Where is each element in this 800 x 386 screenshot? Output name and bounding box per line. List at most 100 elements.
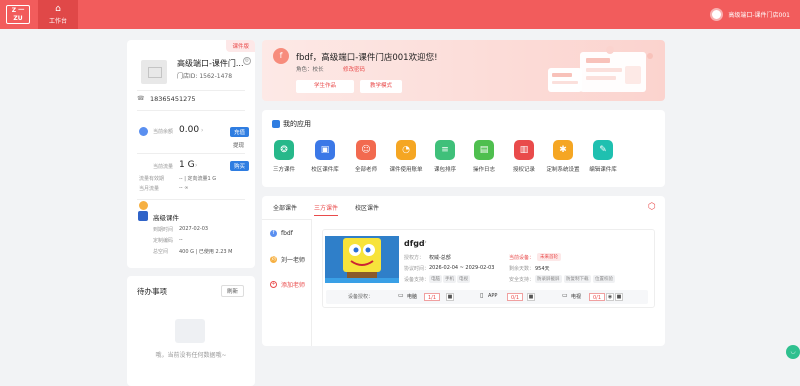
period-label: 协议时间：: [404, 266, 430, 272]
auth-records-icon: ▥: [514, 140, 534, 160]
withdraw-link[interactable]: 提现: [233, 141, 244, 149]
safety-tag: 位置校验: [593, 275, 615, 283]
traffic-current-label: 当月流量: [139, 186, 160, 192]
app-label: 全部老师: [354, 167, 377, 173]
bill-icon: ◔: [396, 140, 416, 160]
traffic-value: 1 G: [179, 160, 195, 170]
app-third-party[interactable]: ❂ 三方课件: [264, 140, 304, 173]
balance-arrow-icon[interactable]: ›: [201, 127, 203, 134]
teacher-item-fbdf[interactable]: f fbdf: [270, 230, 293, 237]
course-arrow-icon: ›: [424, 238, 427, 246]
app-label: 课包排序: [433, 167, 456, 173]
status-badge: 未来首轮: [537, 253, 561, 261]
plan-code-label: 定制编码: [153, 238, 174, 244]
nav-home-label: 工作台: [48, 18, 67, 25]
device-auth-label: 设备授权：: [348, 294, 374, 300]
device-tag: 电脑: [429, 275, 442, 283]
app-logo: Z 一 ZU: [6, 5, 30, 24]
floating-service-button[interactable]: ◡: [786, 345, 800, 359]
plan-space-label: 总空间: [153, 249, 169, 255]
add-icon: +: [270, 281, 277, 288]
traffic-label: 当前流量: [153, 164, 174, 170]
period-value: 2026-02-04 ~ 2029-02-03: [429, 265, 495, 271]
pc-label: 电脑: [407, 294, 418, 300]
settings-icon: ✱: [553, 140, 573, 160]
auth-label: 授权方：: [404, 255, 425, 261]
traffic-expire-value: -- | 定向流量1 G: [179, 176, 217, 182]
app-label: 三方课件: [272, 167, 295, 173]
third-party-courseware-icon: ❂: [274, 140, 294, 160]
home-icon: ⌂: [55, 4, 61, 14]
app-device-label: APP: [488, 293, 498, 299]
plan-expire-label: 到期时间: [153, 227, 174, 233]
tv-label: 电视: [571, 294, 582, 300]
teaching-mode-button[interactable]: 教学模式: [360, 80, 402, 93]
phone-icon: ☎: [137, 95, 145, 102]
tab-third-party[interactable]: 三方课件: [314, 203, 339, 216]
store-id: 门店ID: 1562-1478: [177, 73, 233, 80]
log-icon: ▤: [474, 140, 494, 160]
plan-icon: [138, 211, 148, 221]
app-operation-log[interactable]: ▤ 操作日志: [464, 140, 504, 173]
teachers-icon: ☺: [356, 140, 376, 160]
nav-home-tab[interactable]: ⌂ 工作台: [38, 0, 78, 29]
empty-state-illustration: [175, 319, 205, 343]
plan-code-value: --: [179, 237, 183, 243]
plan-space-value: 400 G | 已使用 2.23 M: [179, 249, 233, 255]
app-manage-control[interactable]: ■: [527, 293, 535, 301]
tv-manage-control[interactable]: ■: [615, 293, 623, 301]
tab-campus[interactable]: 校区课件: [355, 203, 379, 212]
refresh-button[interactable]: 刷新: [221, 285, 245, 297]
app-custom-settings[interactable]: ✱ 定制系统设置: [543, 140, 583, 173]
pc-manage-control[interactable]: ■: [446, 293, 454, 301]
student-works-button[interactable]: 学生作品: [296, 80, 354, 93]
todo-empty-text: 哦，当前没有任何数据哦~: [155, 352, 227, 359]
app-auth-records[interactable]: ▥ 授权记录: [504, 140, 544, 173]
banner-illustration: [548, 46, 653, 92]
store-card: 课件版 高级端口-课件门... ⚙ 门店ID: 1562-1478 ☎ 1836…: [127, 40, 255, 268]
add-teacher-label: 添加老师: [281, 282, 306, 289]
teacher-avatar: 刘: [270, 256, 277, 263]
pc-auth-count: 1/1: [424, 293, 440, 301]
device-tag: 电视: [457, 275, 470, 283]
tv-auth-count: 0/1: [589, 293, 605, 301]
apps-icon: [272, 120, 280, 128]
app-usage-bill[interactable]: ◔ 课件使用账单: [386, 140, 426, 173]
tv-location-control[interactable]: ◉: [606, 293, 614, 301]
top-bar: Z 一 ZU ⌂ 工作台 高级端口-课件门店001: [0, 0, 800, 29]
store-settings-icon[interactable]: ⚙: [243, 57, 251, 65]
store-version-badge: 课件版: [226, 40, 255, 52]
remain-value: 954天: [535, 266, 550, 272]
device-label: 设备支持：: [404, 277, 430, 283]
app-all-teachers[interactable]: ☺ 全部老师: [346, 140, 386, 173]
auth-value: 权威-总部: [429, 255, 451, 261]
traffic-icon: [139, 201, 148, 210]
settings-hex-icon[interactable]: ⬡: [648, 202, 656, 212]
teacher-item-liu[interactable]: 刘 刘一老师: [270, 255, 305, 264]
add-teacher-button[interactable]: + 添加老师: [270, 280, 305, 289]
app-label: 编辑课件库: [589, 167, 617, 173]
course-title: dfgd: [404, 239, 425, 248]
app-campus-library[interactable]: ▣ 校区课件库: [305, 140, 345, 173]
traffic-expire-label: 流量有效期: [139, 176, 165, 182]
traffic-arrow-icon[interactable]: ›: [195, 162, 197, 169]
plan-expire-value: 2027-02-03: [179, 226, 209, 232]
recharge-button[interactable]: 充值: [230, 127, 250, 137]
app-package-sort[interactable]: ≡ 课包排序: [425, 140, 465, 173]
buy-traffic-button[interactable]: 购买: [230, 161, 250, 171]
todo-title: 待办事项: [137, 287, 167, 296]
app-auth-count: 0/1: [507, 293, 523, 301]
traffic-current-value: -- ∞: [179, 185, 189, 191]
user-menu[interactable]: 高级端口-课件门店001: [710, 8, 790, 21]
teacher-name: 刘一老师: [281, 257, 306, 264]
app-label: 授权记录: [512, 167, 535, 173]
plan-title: 高级课件: [153, 214, 179, 222]
change-password-link[interactable]: 修改密码: [343, 65, 365, 73]
balance-label: 当前余额: [153, 129, 174, 135]
welcome-title: fbdf，高级端口-课件门店001欢迎您!: [296, 53, 438, 63]
app-edit-library[interactable]: ✎ 编辑课件库: [583, 140, 623, 173]
app-label: 校区课件库: [311, 167, 339, 173]
tab-all[interactable]: 全部课件: [273, 203, 297, 212]
teacher-avatar: f: [270, 230, 277, 237]
user-avatar: [710, 8, 724, 21]
